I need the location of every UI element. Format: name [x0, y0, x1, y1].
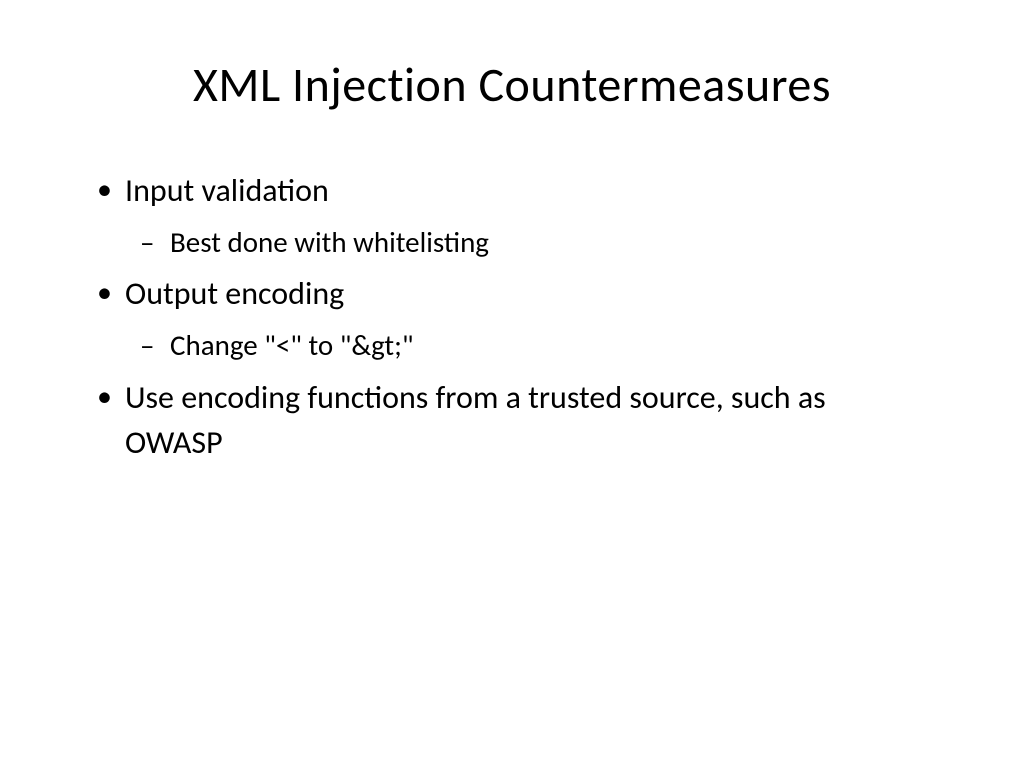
bullet-text: Use encoding functions from a trusted so…	[125, 378, 826, 462]
bullet-item: Use encoding functions from a trusted so…	[95, 376, 929, 466]
bullet-text: Input validation	[125, 171, 329, 210]
bullet-item: Input validation	[95, 169, 929, 214]
sub-bullet-text: Change "<" to "&gt;"	[170, 327, 413, 363]
sub-bullet-item: Best done with whitelisting	[95, 222, 929, 263]
sub-bullet-text: Best done with whitelisting	[170, 224, 489, 260]
slide-title: XML Injection Countermeasures	[95, 55, 929, 114]
bullet-list: Input validation Best done with whitelis…	[95, 169, 929, 465]
bullet-item: Output encoding	[95, 272, 929, 317]
bullet-text: Output encoding	[125, 274, 344, 313]
sub-bullet-item: Change "<" to "&gt;"	[95, 325, 929, 366]
slide-content: Input validation Best done with whitelis…	[95, 169, 929, 465]
slide: XML Injection Countermeasures Input vali…	[0, 0, 1024, 768]
